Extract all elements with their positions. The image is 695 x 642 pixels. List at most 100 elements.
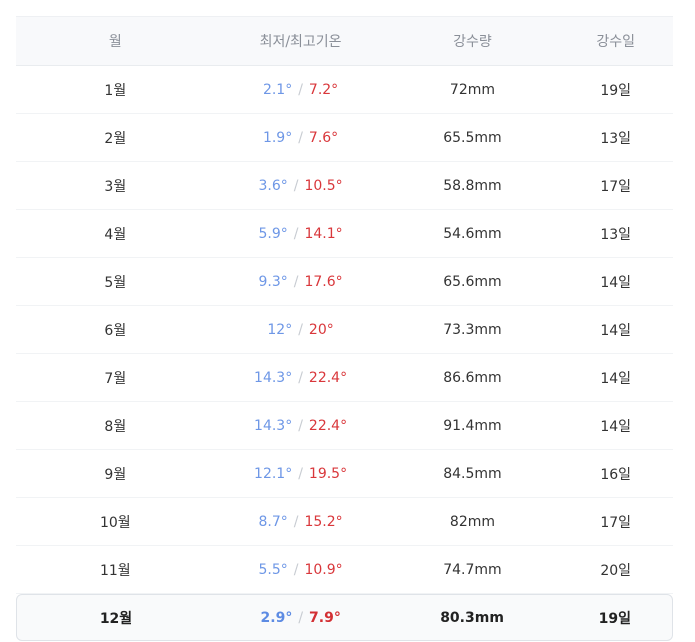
- high-temp: 19.5°: [308, 465, 348, 482]
- temp-separator: /: [298, 81, 303, 98]
- temp-cell: 14.3° / 22.4°: [215, 418, 387, 434]
- temp-cell: 1.9° / 7.6°: [215, 130, 387, 146]
- high-temp: 17.6°: [304, 273, 343, 290]
- low-temp: 5.5°: [258, 561, 288, 578]
- month-cell: 3월: [104, 178, 127, 195]
- month-cell: 2월: [104, 130, 127, 147]
- table-row: 4월 5.9° / 14.1° 54.6mm 13일: [16, 210, 673, 258]
- climate-table: 월 최저/최고기온 강수량 강수일 1월 2.1°/7.2° 72mm 19일 …: [16, 16, 673, 641]
- low-temp: 12.1°: [254, 465, 293, 482]
- low-temp: 2.1°: [262, 81, 293, 98]
- table-row: 9월 12.1° / 19.5° 84.5mm 16일: [16, 450, 673, 498]
- temp-cell: 2.1° / 7.2°: [215, 82, 387, 98]
- days-cell: 19일: [600, 82, 632, 99]
- month-cell: 5월: [104, 274, 127, 291]
- high-temp: 10.5°: [304, 177, 343, 194]
- high-temp: 20°: [308, 321, 334, 338]
- low-temp: 1.9°: [262, 129, 293, 146]
- header-month: 월: [108, 34, 122, 50]
- table-row: 1월 2.1° / 7.2° 72mm 19일: [16, 66, 673, 114]
- table-row: 6월 12° / 20° 73.3mm 14일: [16, 306, 673, 354]
- precip-cell: 91.4mm: [443, 417, 502, 434]
- precip-cell: 82mm: [449, 513, 495, 530]
- table-header: 월 최저/최고기온 강수량 강수일: [16, 16, 673, 66]
- high-temp: 15.2°: [304, 513, 343, 530]
- temp-cell: 12.1° / 19.5°: [215, 466, 387, 482]
- precip-cell: 65.5mm: [443, 129, 502, 146]
- low-temp: 12°: [267, 321, 293, 338]
- high-temp: 10.9°: [304, 561, 343, 578]
- month-cell: 8월: [104, 418, 127, 435]
- precip-cell: 58.8mm: [443, 177, 502, 194]
- table-row: 10월 8.7° / 15.2° 82mm 17일: [16, 498, 673, 546]
- temp-cell: 3.6° / 10.5°: [215, 178, 387, 194]
- table-row: 5월 9.3° / 17.6° 65.6mm 14일: [16, 258, 673, 306]
- temp-cell: 2.9° / 7.9°: [215, 610, 386, 626]
- temp-separator: /: [298, 129, 303, 146]
- header-days: 강수일: [596, 34, 636, 50]
- days-cell: 17일: [600, 514, 632, 531]
- temp-cell: 5.5° / 10.9°: [215, 562, 387, 578]
- high-temp: 7.9°: [309, 609, 341, 626]
- table-row: 2월 1.9° / 7.6° 65.5mm 13일: [16, 114, 673, 162]
- days-cell: 14일: [600, 274, 632, 291]
- precip-cell: 84.5mm: [443, 465, 502, 482]
- low-temp: 14.3°: [254, 417, 293, 434]
- month-cell: 11월: [99, 562, 131, 579]
- precip-cell: 72mm: [449, 81, 495, 98]
- month-cell: 9월: [104, 466, 127, 483]
- days-cell: 13일: [600, 130, 632, 147]
- precip-cell: 74.7mm: [443, 561, 502, 578]
- table-row: 7월 14.3° / 22.4° 86.6mm 14일: [16, 354, 673, 402]
- high-temp: 22.4°: [308, 369, 348, 386]
- temp-separator: /: [293, 513, 299, 530]
- temp-cell: 14.3° / 22.4°: [215, 370, 387, 386]
- temp-separator: /: [298, 369, 303, 386]
- temp-separator: /: [293, 225, 299, 242]
- days-cell: 19일: [598, 610, 632, 627]
- days-cell: 20일: [600, 562, 632, 579]
- month-cell: 1월: [104, 82, 127, 99]
- precip-cell: 65.6mm: [443, 273, 502, 290]
- month-cell: 10월: [99, 514, 131, 531]
- temp-separator: /: [293, 561, 299, 578]
- header-precip: 강수량: [453, 34, 492, 50]
- month-cell: 4월: [104, 226, 127, 243]
- header-temp: 최저/최고기온: [259, 34, 342, 50]
- temp-separator: /: [298, 609, 304, 626]
- temp-separator: /: [293, 177, 299, 194]
- low-temp: 2.9°: [260, 609, 293, 626]
- month-cell: 6월: [104, 322, 127, 339]
- days-cell: 17일: [600, 178, 632, 195]
- table-row: 3월 3.6° / 10.5° 58.8mm 17일: [16, 162, 673, 210]
- table-row: 8월 14.3° / 22.4° 91.4mm 14일: [16, 402, 673, 450]
- temp-cell: 8.7° / 15.2°: [215, 514, 387, 530]
- low-temp: 5.9°: [258, 225, 288, 242]
- table-row-current-month: 12월 2.9° / 7.9° 80.3mm 19일: [16, 594, 673, 641]
- temp-cell: 9.3° / 17.6°: [215, 274, 387, 290]
- high-temp: 7.6°: [308, 129, 339, 146]
- high-temp: 14.1°: [304, 225, 343, 242]
- temp-cell: 5.9° / 14.1°: [215, 226, 387, 242]
- temp-separator: /: [298, 417, 303, 434]
- table-row: 11월 5.5° / 10.9° 74.7mm 20일: [16, 546, 673, 594]
- precip-cell: 80.3mm: [440, 609, 504, 626]
- high-temp: 7.2°: [308, 81, 339, 98]
- precip-cell: 73.3mm: [443, 321, 502, 338]
- low-temp: 3.6°: [258, 177, 288, 194]
- precip-cell: 54.6mm: [443, 225, 502, 242]
- temp-separator: /: [298, 465, 303, 482]
- temp-cell: 12° / 20°: [215, 322, 387, 338]
- high-temp: 22.4°: [308, 417, 348, 434]
- days-cell: 16일: [600, 466, 632, 483]
- low-temp: 9.3°: [258, 273, 288, 290]
- month-cell: 12월: [99, 610, 133, 627]
- low-temp: 14.3°: [254, 369, 293, 386]
- temp-separator: /: [293, 273, 299, 290]
- days-cell: 14일: [600, 418, 632, 435]
- temp-separator: /: [298, 321, 303, 338]
- days-cell: 14일: [600, 370, 632, 387]
- precip-cell: 86.6mm: [443, 369, 502, 386]
- low-temp: 8.7°: [258, 513, 288, 530]
- days-cell: 13일: [600, 226, 632, 243]
